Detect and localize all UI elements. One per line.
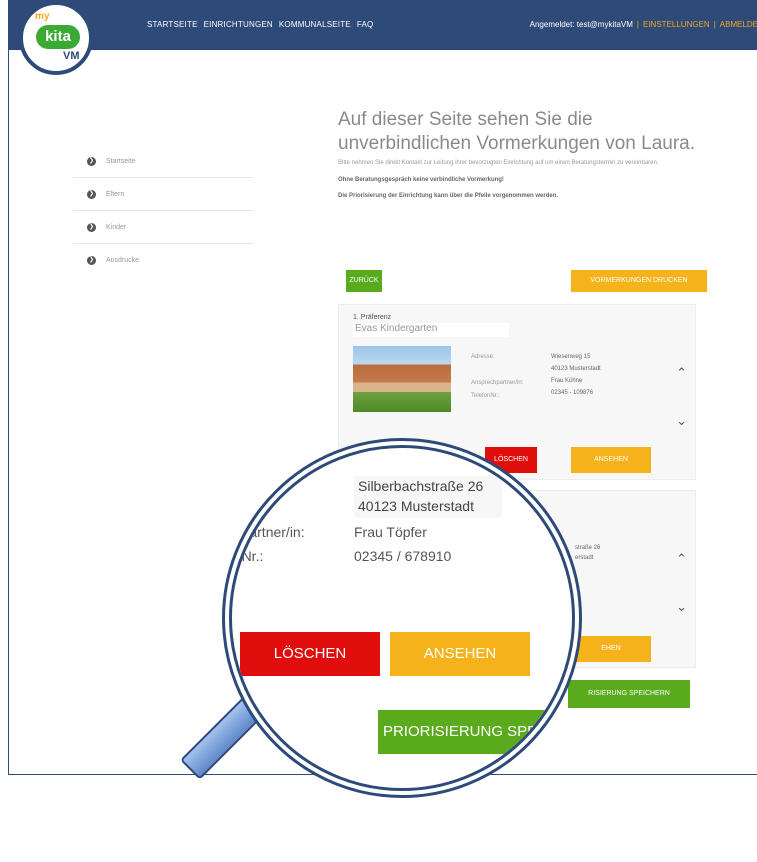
address-street: Wiesenweg 15 [551, 354, 591, 360]
zoomed-delete-button[interactable]: LÖSCHEN [240, 632, 380, 676]
chevron-right-icon: ❯ [87, 255, 96, 265]
main-content: Auf dieser Seite sehen Sie die unverbind… [338, 108, 708, 292]
zoomed-contact-label: nhpartner/in: [226, 524, 305, 540]
zoomed-phone-label: onNr.: [226, 548, 264, 564]
sidebar-item-label: Startseite [106, 157, 136, 165]
phone-value: 02345 - 109876 [551, 390, 594, 396]
view-button[interactable]: ANSEHEN [571, 447, 651, 473]
zoomed-city: 40123 Musterstadt [358, 498, 474, 514]
view-button[interactable]: EHEN [571, 636, 651, 662]
sidebar: ❯ Startseite ❯ Eltern ❯ Kinder ❯ Ausdruc… [73, 145, 253, 276]
facility-name: Evas Kindergarten [353, 323, 509, 337]
zoomed-contact-value: Frau Töpfer [354, 524, 427, 540]
chevron-right-icon: ❯ [87, 222, 96, 232]
separator: | [713, 20, 716, 29]
back-button[interactable]: ZURÜCK [346, 270, 382, 292]
settings-link[interactable]: EINSTELLUNGEN [643, 20, 710, 29]
logo-vm: VM [63, 50, 80, 62]
nav-startseite[interactable]: STARTSEITE [147, 20, 198, 29]
sidebar-item-kinder[interactable]: ❯ Kinder [73, 210, 253, 243]
user-area: Angemeldet: test@mykitaVM | EINSTELLUNGE… [530, 20, 757, 29]
page-title: Auf dieser Seite sehen Sie die unverbind… [338, 109, 696, 154]
sidebar-item-startseite[interactable]: ❯ Startseite [73, 145, 253, 177]
save-priority-button[interactable]: RISIERUNG SPEICHERN [568, 680, 690, 708]
preference-rank: 1. Präferenz [353, 314, 392, 321]
zoomed-street: Silberbachstraße 26 [358, 478, 484, 494]
facility-values: Wiesenweg 15 40123 Musterstadt Frau Kühn… [551, 351, 601, 399]
sidebar-item-label: Ausdrucke [106, 256, 140, 264]
facility-labels: Adresse: Ansprechpartner/in: TelefonNr.: [471, 351, 523, 403]
sidebar-item-label: Kinder [106, 223, 127, 231]
print-reservations-button[interactable]: VORMERKUNGEN DRUCKEN [571, 270, 707, 292]
sidebar-item-eltern[interactable]: ❯ Eltern [73, 177, 253, 210]
zoomed-view-button[interactable]: ANSEHEN [390, 632, 530, 676]
mykita-logo[interactable]: my kita VM [19, 1, 93, 75]
address-city: erstadt [575, 555, 594, 561]
logo-kita: kita [36, 25, 80, 49]
address-street: straße 26 [575, 545, 601, 551]
priority-note: Die Priorisierung der Einrichtung kann ü… [338, 193, 559, 199]
chevron-down-icon[interactable]: ⌄ [676, 413, 687, 429]
chevron-right-icon: ❯ [87, 189, 96, 199]
chevron-up-icon[interactable]: ⌃ [676, 365, 687, 381]
chevron-right-icon: ❯ [87, 156, 96, 166]
zoomed-save-priority-button[interactable]: PRIORISIERUNG SPEICHE [378, 710, 572, 754]
facility-photo [353, 346, 451, 412]
magnifier-lens: Silberbachstraße 26 40123 Musterstadt nh… [222, 438, 582, 798]
address-label: Adresse: [471, 354, 495, 360]
intro-text: Bitte nehmen Sie direkt Kontakt zur Leit… [338, 160, 659, 166]
address-city: 40123 Musterstadt [551, 366, 601, 372]
logout-link[interactable]: ABMELDE [720, 20, 757, 29]
chevron-up-icon[interactable]: ⌃ [676, 551, 687, 567]
sidebar-item-label: Eltern [106, 190, 125, 198]
contact-label: Ansprechpartner/in: [471, 380, 524, 386]
nav-faq[interactable]: FAQ [357, 20, 374, 29]
zoomed-phone-value: 02345 / 678910 [354, 548, 452, 564]
contact-value: Frau Kühne [551, 378, 583, 384]
facility-address-partial: straße 26 erstadt [575, 543, 600, 563]
zoomed-address: Silberbachstraße 26 40123 Musterstadt [354, 476, 502, 518]
top-navbar: STARTSEITE EINRICHTUNGEN KOMMUNALSEITE F… [9, 0, 757, 50]
logo-my: my [35, 11, 50, 22]
separator: | [636, 20, 639, 29]
consultation-note: Ohne Beratungsgespräch keine verbindlich… [338, 177, 504, 183]
nav-kommunalseite[interactable]: KOMMUNALSEITE [279, 20, 351, 29]
chevron-down-icon[interactable]: ⌄ [676, 599, 687, 615]
phone-label: TelefonNr.: [471, 393, 500, 399]
main-navigation: STARTSEITE EINRICHTUNGEN KOMMUNALSEITE F… [147, 20, 373, 29]
sidebar-item-ausdrucke[interactable]: ❯ Ausdrucke [73, 243, 253, 276]
nav-einrichtungen[interactable]: EINRICHTUNGEN [204, 20, 273, 29]
logged-in-label: Angemeldet: test@mykitaVM [529, 20, 633, 29]
